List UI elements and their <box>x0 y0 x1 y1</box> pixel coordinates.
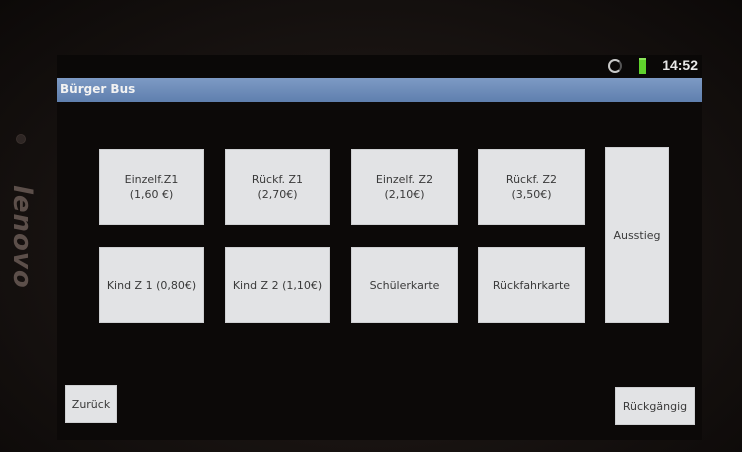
ausstieg-label: Ausstieg <box>613 228 661 242</box>
ticket-price: (2,70€) <box>257 188 298 201</box>
front-camera <box>16 134 26 144</box>
ticket-kind-z2-button[interactable]: Kind Z 2 (1,10€) <box>225 247 330 323</box>
brand-logo: lenovo <box>7 185 37 289</box>
ticket-schuelerkarte-button[interactable]: Schülerkarte <box>351 247 458 323</box>
ticket-label: Kind Z 1 (0,80€) <box>106 278 197 292</box>
ticket-price: (3,50€) <box>511 188 552 201</box>
app-title-bar: Bürger Bus <box>57 78 702 102</box>
ticket-price: (2,10€) <box>384 188 425 201</box>
ticket-einzelf-z2-button[interactable]: Einzelf. Z2 (2,10€) <box>351 149 458 225</box>
battery-icon <box>639 58 646 74</box>
ticket-label: Rückfahrkarte <box>492 278 571 292</box>
zurueck-label: Zurück <box>71 397 111 411</box>
ticket-label: Rückf. Z2 <box>505 173 558 186</box>
status-bar: 14:52 <box>57 55 702 77</box>
ticket-label: Rückf. Z1 <box>251 173 304 186</box>
ticket-einzelf-z1-button[interactable]: Einzelf.Z1 (1,60 €) <box>99 149 204 225</box>
ticket-label: Einzelf.Z1 <box>124 173 179 186</box>
rueckgaengig-label: Rückgängig <box>622 399 688 413</box>
ticket-rueckf-z2-button[interactable]: Rückf. Z2 (3,50€) <box>478 149 585 225</box>
zurueck-button[interactable]: Zurück <box>65 385 117 423</box>
app-title: Bürger Bus <box>60 82 136 96</box>
sync-icon <box>608 59 622 73</box>
rueckgaengig-button[interactable]: Rückgängig <box>615 387 695 425</box>
ticket-kind-z1-button[interactable]: Kind Z 1 (0,80€) <box>99 247 204 323</box>
ticket-label: Einzelf. Z2 <box>375 173 434 186</box>
app-screen: 14:52 Bürger Bus Einzelf.Z1 (1,60 €) Rüc… <box>57 55 702 440</box>
ausstieg-button[interactable]: Ausstieg <box>605 147 669 323</box>
status-time: 14:52 <box>662 57 698 73</box>
ticket-rueckfahrkarte-button[interactable]: Rückfahrkarte <box>478 247 585 323</box>
ticket-price: (1,60 €) <box>129 188 174 201</box>
tablet-device: lenovo 14:52 Bürger Bus Einzelf.Z1 (1,60… <box>0 0 742 452</box>
ticket-label: Schülerkarte <box>369 278 440 292</box>
ticket-rueckf-z1-button[interactable]: Rückf. Z1 (2,70€) <box>225 149 330 225</box>
ticket-label: Kind Z 2 (1,10€) <box>232 278 323 292</box>
